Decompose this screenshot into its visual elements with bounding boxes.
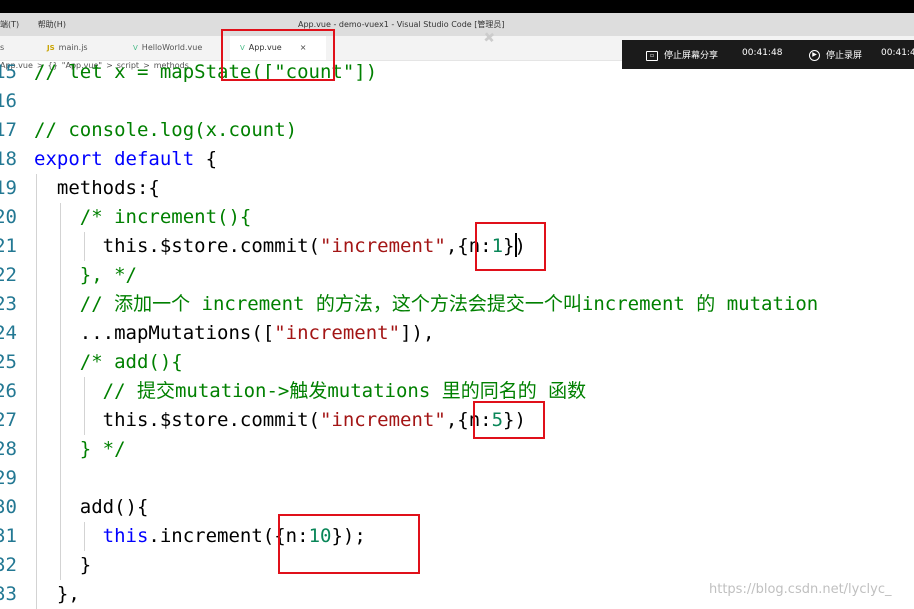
- code-text: export default {: [34, 145, 217, 174]
- code-text: methods:{: [34, 177, 160, 199]
- line-number: 22: [0, 264, 17, 286]
- highlight-box-app-tab: [221, 29, 335, 81]
- string-literal: "increment": [319, 409, 446, 431]
- code-text: // console.log(x.count): [34, 119, 298, 141]
- highlight-box-n5: [473, 401, 545, 439]
- line-number: 33: [0, 583, 17, 605]
- line-number: 31: [0, 525, 17, 547]
- line-number: 30: [0, 496, 17, 518]
- code-token: this.$store.commit(: [102, 409, 320, 431]
- highlight-box-n1: [475, 222, 546, 271]
- line-number: 27: [0, 409, 17, 431]
- line-number: 17: [0, 119, 17, 141]
- code-text: ...mapMutations(["increment"]),: [34, 319, 435, 348]
- watermark: https://blog.csdn.net/lyclyc_: [709, 582, 892, 597]
- line-number: 18: [0, 148, 17, 170]
- line-number: 24: [0, 322, 17, 344]
- highlight-box-n10: [278, 514, 420, 574]
- code-text: } */: [34, 438, 126, 460]
- code-token: ]),: [400, 322, 435, 344]
- line-number: 29: [0, 467, 17, 489]
- keyword: default: [114, 148, 195, 170]
- line-number: 16: [0, 90, 17, 112]
- code-token: ...mapMutations([: [79, 322, 275, 344]
- code-editor[interactable]: 15// let x = mapState(["count"]) 16 17//…: [0, 0, 914, 609]
- code-text: this.$store.commit("increment",{n:5}): [34, 406, 526, 435]
- code-text: this.$store.commit("increment",{n:1}): [34, 232, 526, 261]
- code-text: }: [34, 554, 92, 576]
- line-number: 32: [0, 554, 17, 576]
- code-text: /* add(){: [34, 351, 183, 373]
- line-number: 28: [0, 438, 17, 460]
- line-number: 25: [0, 351, 17, 373]
- line-number: 23: [0, 293, 17, 315]
- string-literal: "increment": [319, 235, 446, 257]
- line-number: 21: [0, 235, 17, 257]
- line-number: 15: [0, 61, 17, 83]
- code-token: this.$store.commit(: [102, 235, 320, 257]
- code-text: },: [34, 583, 80, 605]
- line-number: 19: [0, 177, 17, 199]
- keyword: export: [34, 148, 103, 170]
- code-text: }, */: [34, 264, 137, 286]
- code-text: add(){: [34, 496, 149, 518]
- keyword: this: [102, 525, 149, 547]
- string-literal: "increment": [274, 322, 401, 344]
- line-number: 20: [0, 206, 17, 228]
- code-text: /* increment(){: [34, 206, 252, 228]
- code-token: {: [194, 148, 218, 170]
- line-number: 26: [0, 380, 17, 402]
- code-text: // 添加一个 increment 的方法，这个方法会提交一个叫incremen…: [34, 293, 819, 315]
